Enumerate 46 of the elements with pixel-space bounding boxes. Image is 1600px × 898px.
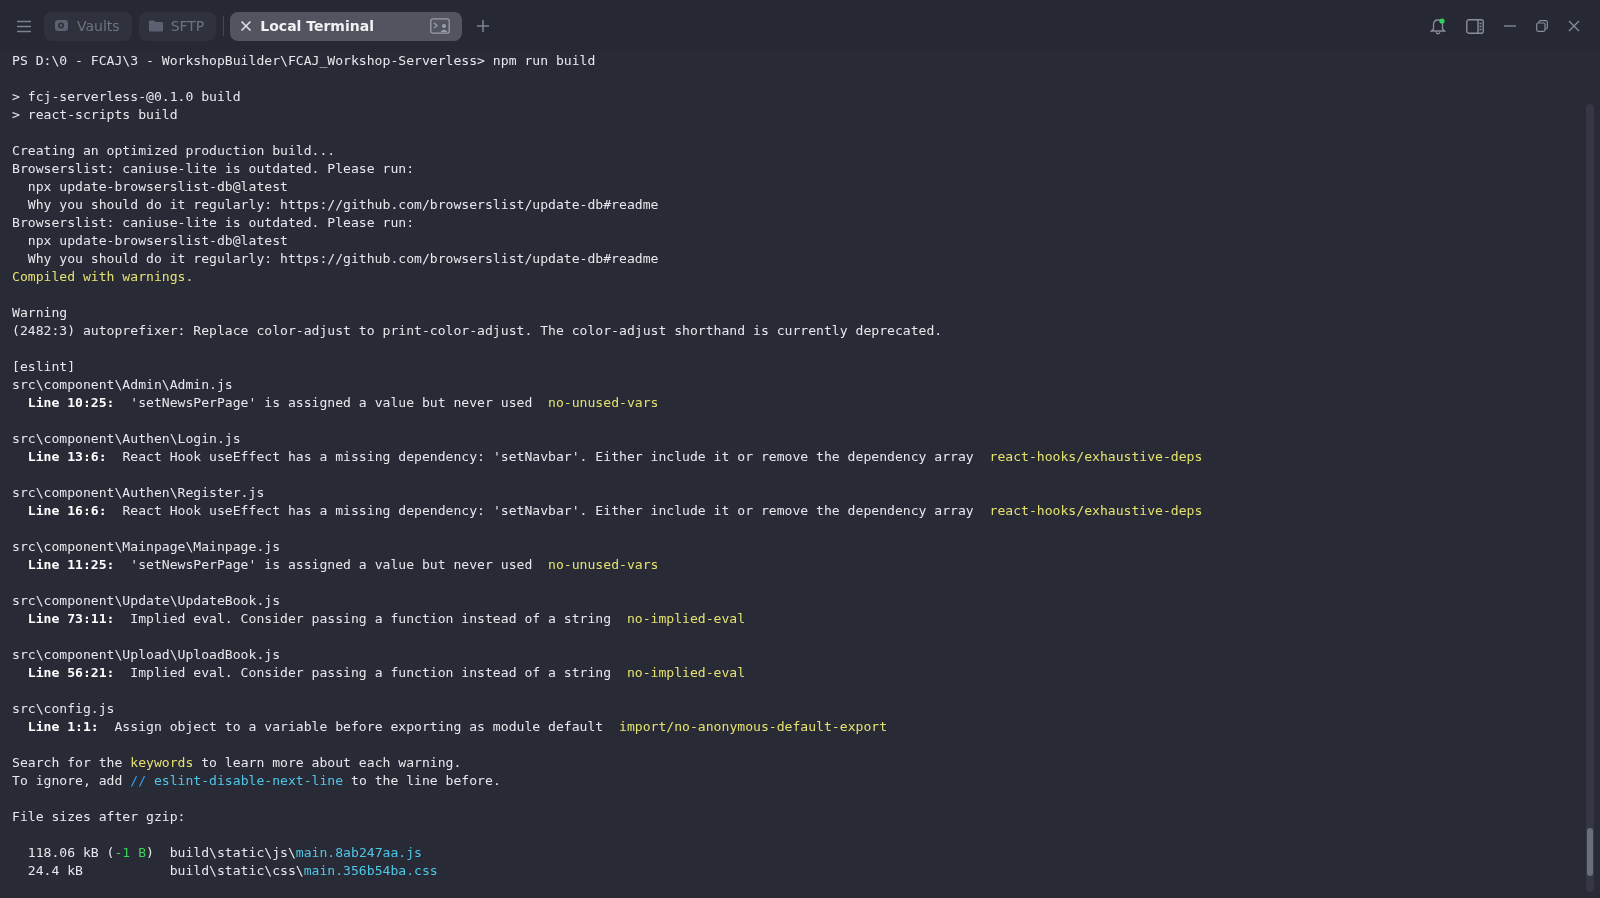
terminal-user-icon[interactable] bbox=[430, 18, 451, 34]
bell-icon[interactable] bbox=[1430, 17, 1446, 35]
terminal-line: Warning bbox=[12, 304, 68, 322]
terminal-line: src\component\Update\UpdateBook.js bbox=[12, 592, 281, 610]
restore-icon[interactable] bbox=[1536, 20, 1548, 32]
terminal-line: Browserslist: caniuse-lite is outdated. Please run: bbox=[12, 160, 415, 178]
terminal-line: [eslint] bbox=[12, 358, 76, 376]
terminal-line: Creating an optimized production build... bbox=[12, 142, 336, 160]
menu-icon[interactable] bbox=[16, 19, 32, 33]
terminal-line: Line 11:25: 'setNewsPerPage' is assigned a value but never used no-unused-vars bbox=[26, 556, 659, 574]
terminal-line: npx update-browserslist-db@latest bbox=[26, 232, 288, 250]
tab[interactable]: SFTP bbox=[138, 11, 217, 41]
terminal-line: 24.4 kB build\static\css\main.356b54ba.css bbox=[26, 862, 438, 880]
terminal-line: src\component\Admin\Admin.js bbox=[12, 376, 233, 394]
folder-icon bbox=[148, 20, 163, 32]
terminal-line: File sizes after gzip: bbox=[12, 808, 186, 826]
terminal-line: src\component\Authen\Login.js bbox=[12, 430, 241, 448]
terminal-line: > react-scripts build bbox=[12, 106, 178, 124]
terminal-line: (2482:3) autoprefixer: Replace color-adjust to print-color-adjust. The color-adjust shorthand is currently deprecated. bbox=[12, 322, 943, 340]
terminal-line: Line 56:21: Implied eval. Consider passing a function instead of a string no-implied-eval bbox=[26, 664, 746, 682]
terminal-line: src\component\Upload\UploadBook.js bbox=[12, 646, 281, 664]
terminal-line: To ignore, add // eslint-disable-next-line to the line before. bbox=[12, 772, 501, 790]
scrollbar-thumb[interactable] bbox=[1587, 828, 1593, 876]
terminal-line: Browserslist: caniuse-lite is outdated. Please run: bbox=[12, 214, 415, 232]
terminal-line: Line 1:1: Assign object to a variable before exporting as module default import/no-anonymous-default-export bbox=[26, 718, 888, 736]
terminal-line: > fcj-serverless-@0.1.0 build bbox=[12, 88, 241, 106]
terminal-line: PS D:\0 - FCAJ\3 - WorkshopBuilder\FCAJ_Workshop-Serverless> npm run build bbox=[12, 52, 596, 70]
vault-icon bbox=[54, 19, 69, 33]
terminal-line: Line 10:25: 'setNewsPerPage' is assigned a value but never used no-unused-vars bbox=[26, 394, 659, 412]
terminal-line: Why you should do it regularly: https://github.com/browserslist/update-db#readme bbox=[26, 250, 659, 268]
terminal-line: npx update-browserslist-db@latest bbox=[26, 178, 288, 196]
add-tab-icon[interactable] bbox=[476, 19, 491, 33]
terminal-line: Search for the keywords to learn more about each warning. bbox=[12, 754, 462, 772]
terminal-line: Line 13:6: React Hook useEffect has a missing dependency: 'setNavbar'. Either include it or remove the dependency array react-hooks/exhaustive-deps bbox=[26, 448, 1203, 466]
terminal-line: src\config.js bbox=[12, 700, 115, 718]
terminal-line: src\component\Mainpage\Mainpage.js bbox=[12, 538, 281, 556]
side-panel-icon[interactable] bbox=[1466, 18, 1484, 34]
tab[interactable]: Local Terminal bbox=[230, 11, 463, 41]
terminal-line: Line 73:11: Implied eval. Consider passing a function instead of a string no-implied-eval bbox=[26, 610, 746, 628]
terminal-line: Why you should do it regularly: https://github.com/browserslist/update-db#readme bbox=[26, 196, 659, 214]
terminal-line: src\component\Authen\Register.js bbox=[12, 484, 265, 502]
close-icon[interactable] bbox=[1568, 20, 1580, 32]
terminal-line: Line 16:6: React Hook useEffect has a missing dependency: 'setNavbar'. Either include it or remove the dependency array react-hooks/exhaustive-deps bbox=[26, 502, 1203, 520]
tab[interactable]: Vaults bbox=[44, 11, 132, 41]
terminal-line: 118.06 kB (-1 B) build\static\js\main.8ab247aa.js bbox=[26, 844, 422, 862]
terminal-line: Compiled with warnings. bbox=[12, 268, 194, 286]
